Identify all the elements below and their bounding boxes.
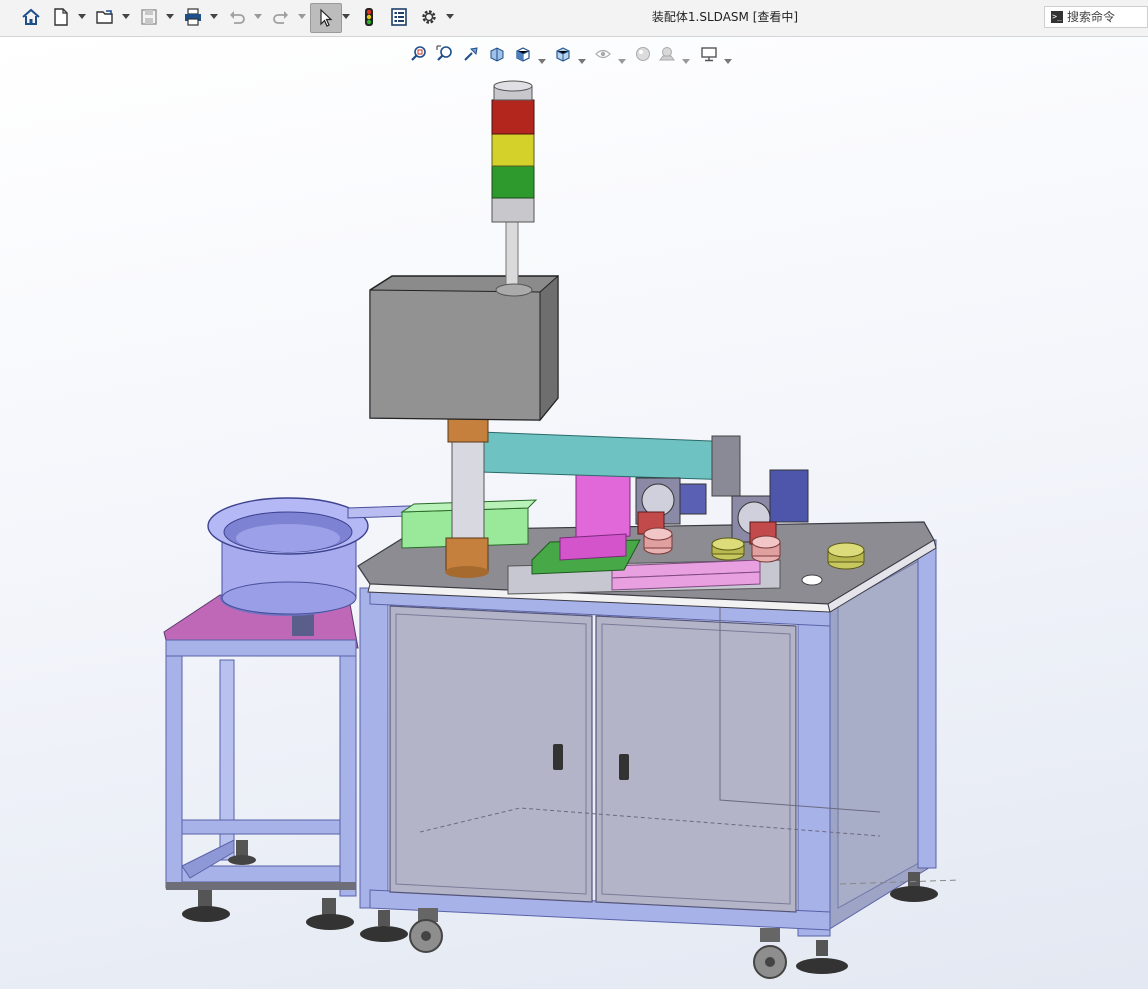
cursor-arrow-icon [320, 8, 333, 27]
open-dropdown-caret[interactable] [122, 10, 130, 24]
save-icon [141, 9, 157, 25]
command-prompt-icon: >_ [1051, 11, 1063, 23]
select-button[interactable] [310, 3, 342, 33]
feeder-stand [163, 594, 359, 930]
door-handle-right [619, 754, 629, 780]
caster-front-left [409, 908, 443, 953]
graphics-area[interactable] [0, 37, 1148, 989]
title-bar: 装配体1.SLDASM [查看中] >_ [0, 0, 1148, 37]
crossbeam-teal [479, 431, 737, 481]
redo-icon [273, 11, 288, 24]
document-title: 装配体1.SLDASM [查看中] [651, 10, 799, 24]
chevron-down-icon [446, 14, 454, 19]
stand-leg-front-left [165, 655, 183, 889]
save-button[interactable] [136, 4, 162, 30]
cabinet-post-right [797, 607, 831, 937]
home-icon [22, 8, 40, 25]
stand-foot-right [306, 898, 354, 930]
copper-collar-top [447, 417, 489, 443]
light-red [491, 99, 535, 135]
light-yellow [491, 133, 535, 167]
file-properties-icon [391, 8, 407, 26]
caster-front-right [753, 928, 787, 979]
chevron-down-icon [78, 14, 86, 19]
home-button[interactable] [18, 4, 44, 30]
command-search[interactable]: >_ [1044, 6, 1148, 28]
stand-lower-rail-rear [181, 819, 341, 835]
print-button[interactable] [180, 4, 206, 30]
chevron-down-icon [298, 14, 306, 19]
foot-front-right [796, 940, 848, 974]
light-green [491, 165, 535, 199]
select-dropdown-caret[interactable] [342, 10, 350, 24]
door-handle-left [553, 744, 563, 770]
options-dropdown-caret[interactable] [446, 10, 454, 24]
cylinder-yellow-right [827, 542, 865, 570]
search-input[interactable] [1067, 8, 1145, 26]
gear-icon [422, 10, 436, 24]
cabinet-post-rear [917, 539, 937, 869]
print-dropdown-caret[interactable] [210, 10, 218, 24]
options-button[interactable] [416, 4, 442, 30]
signal-tower-pole [505, 219, 519, 287]
chevron-down-icon [210, 14, 218, 19]
chevron-down-icon [342, 14, 350, 19]
stand-leg-front-right [339, 655, 357, 897]
file-properties-button[interactable] [386, 4, 412, 30]
cylinder-pink-right [751, 535, 781, 563]
stand-top-rail [165, 639, 357, 657]
undo-dropdown-caret[interactable] [254, 10, 262, 24]
open-folder-icon [96, 10, 113, 24]
cylinder-yellow-left [711, 537, 745, 561]
rebuild-button[interactable] [356, 4, 382, 30]
print-icon [185, 8, 201, 26]
stand-base [166, 882, 356, 890]
cylinder-pink-left [643, 527, 673, 555]
chevron-down-icon [254, 14, 262, 19]
new-document-button[interactable] [48, 4, 74, 30]
cabinet-post-left [359, 587, 389, 909]
foot-front-left [360, 910, 408, 942]
stand-foot-left [182, 890, 230, 922]
new-dropdown-caret[interactable] [78, 10, 86, 24]
open-button[interactable] [92, 4, 118, 30]
chevron-down-icon [166, 14, 174, 19]
chevron-down-icon [122, 14, 130, 19]
save-dropdown-caret[interactable] [166, 10, 174, 24]
undo-button[interactable] [224, 4, 250, 30]
redo-dropdown-caret[interactable] [298, 10, 306, 24]
assembly-model[interactable] [0, 37, 1148, 989]
redo-button[interactable] [268, 4, 294, 30]
traffic-light-icon [365, 8, 373, 26]
signal-tower-base [491, 197, 535, 223]
new-document-icon [54, 8, 68, 26]
undo-icon [230, 11, 245, 24]
